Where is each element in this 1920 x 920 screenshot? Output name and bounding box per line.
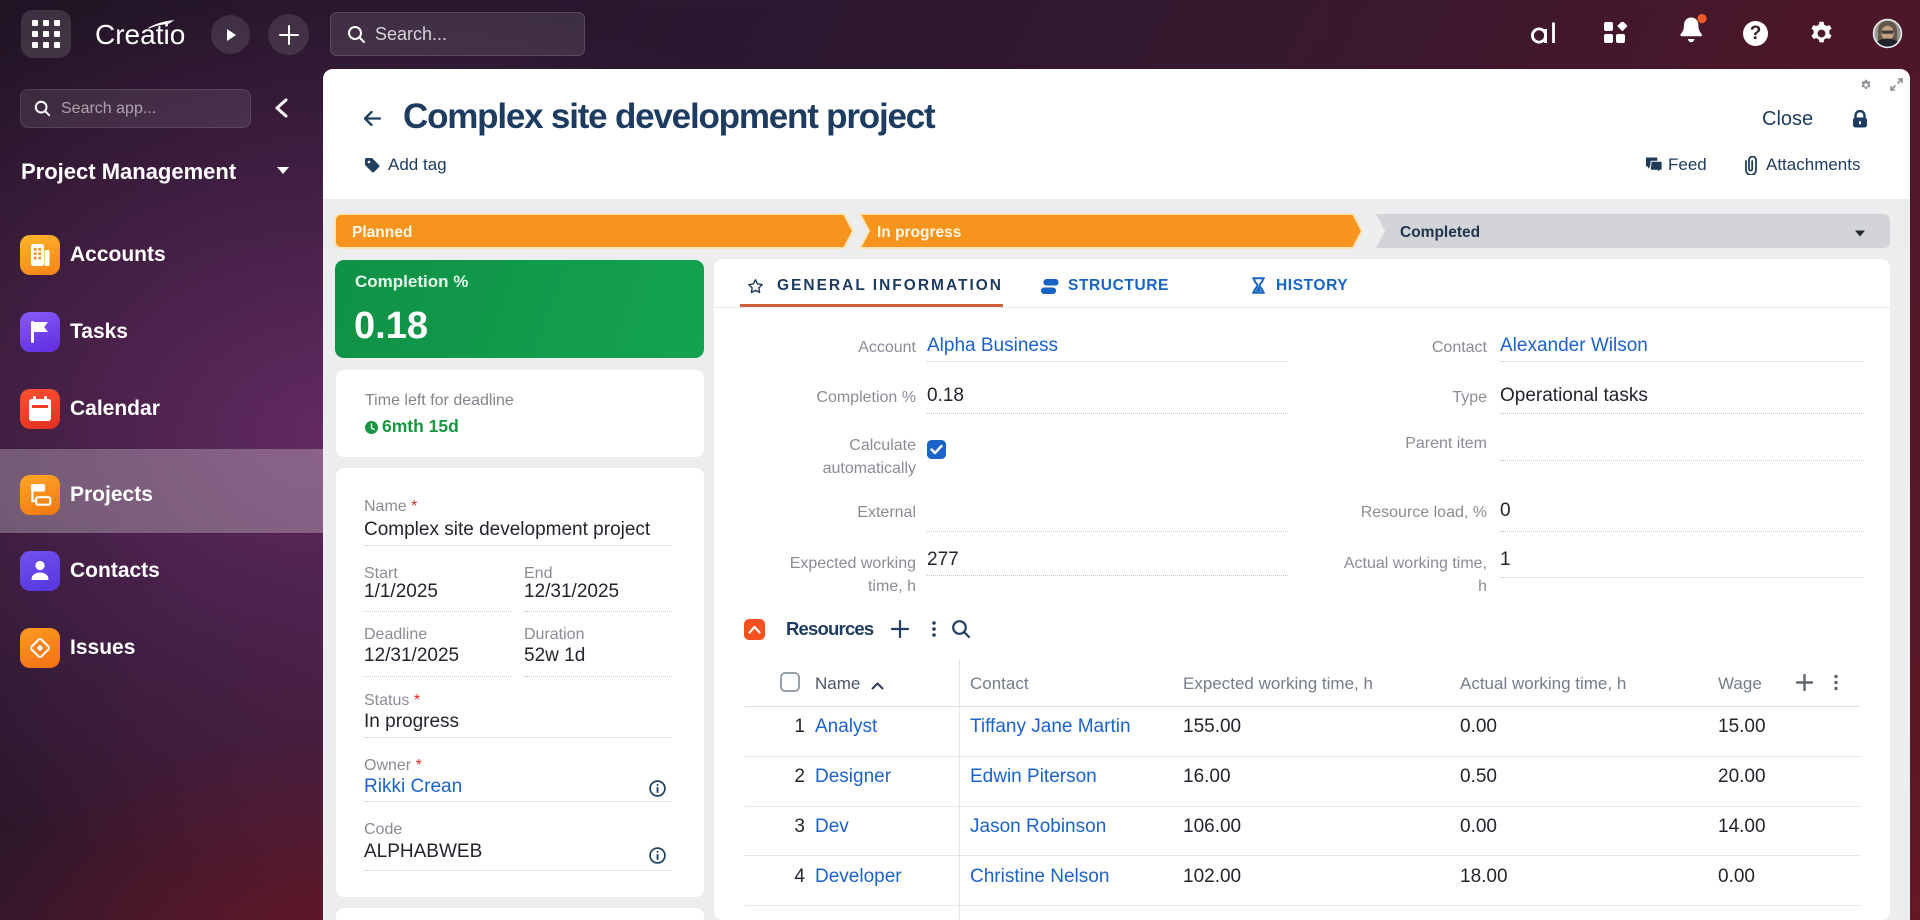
svg-text:Planned: Planned: [352, 224, 412, 241]
svg-text:In progress: In progress: [877, 224, 961, 241]
svg-text:Completed: Completed: [1400, 224, 1480, 241]
